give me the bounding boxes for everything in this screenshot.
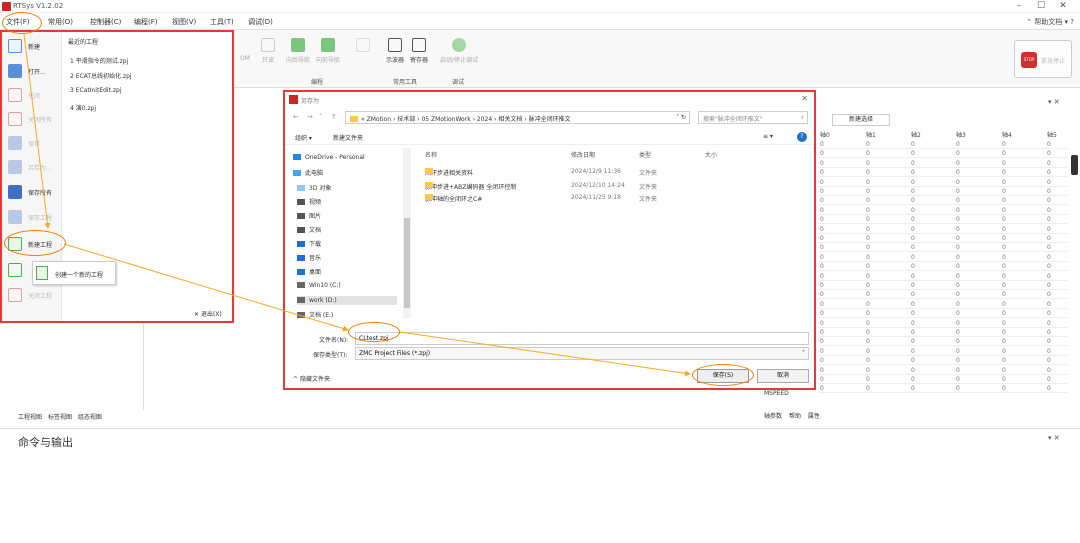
arrow-to-filename (63, 243, 349, 332)
annotation-arrows (23, 33, 691, 377)
arrow-to-new-project (23, 33, 51, 229)
arrow-to-save (399, 331, 691, 377)
